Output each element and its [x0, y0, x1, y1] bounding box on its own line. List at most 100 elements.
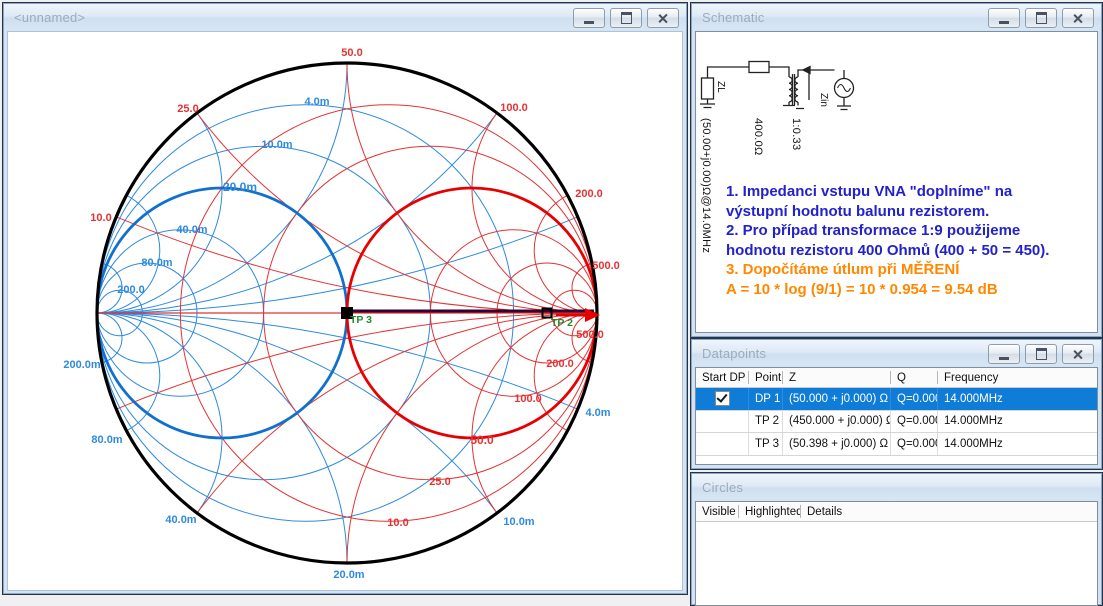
table-row-tp2[interactable]: TP 2 (450.000 + j0.000) Ω Q=0.000 14.000… [696, 411, 1097, 434]
minimize-button[interactable] [988, 344, 1020, 364]
z-cell: (50.000 + j0.000) Ω [783, 388, 891, 410]
q-cell: Q=0.000 [891, 411, 938, 433]
grid-value-label: 10.0 [90, 212, 111, 224]
grid-value-label: 200.0 [546, 358, 574, 370]
smith-chart-window: <unnamed> [2, 2, 688, 595]
frequency-cell: 14.000MHz [938, 411, 1097, 433]
datapoints-table: Start DP Point Z Q Frequency DP 1 (50.00… [696, 368, 1097, 456]
grid-value-label: 25.0 [177, 103, 198, 115]
instructions-text: 1. Impedanci vstupu VNA "doplníme" na vý… [726, 182, 1096, 299]
point-cell: TP 3 [749, 433, 783, 455]
grid-value-label: 40.0m [165, 514, 196, 526]
close-icon [658, 13, 669, 24]
grid-value-label: 4.0m [585, 407, 610, 419]
grid-value-label: 4.0m [304, 96, 329, 108]
series-resistor-symbol [749, 62, 769, 73]
datapoints-window: Datapoints Start DP Point Z Q Frequency … [690, 338, 1103, 470]
grid-value-label: 200.0 [117, 284, 145, 296]
column-header: Highlighted [739, 505, 801, 518]
zin-arrow [803, 67, 810, 74]
grid-value-label: 40.0m [176, 224, 207, 236]
grid-value-label: 10.0m [503, 516, 534, 528]
grid-value-label: 200.0 [575, 188, 603, 200]
maximize-button[interactable] [1025, 344, 1057, 364]
column-header: Visible [696, 505, 739, 518]
datapoints-window-titlebar[interactable]: Datapoints [692, 340, 1101, 366]
grid-value-label: 20.0m [223, 180, 257, 194]
datapoints-window-title: Datapoints [702, 346, 766, 361]
frequency-cell: 14.000MHz [938, 433, 1097, 455]
circles-client: Visible Highlighted Details [695, 501, 1098, 606]
column-header: Start DP [696, 371, 749, 384]
smith-chart-canvas[interactable]: 10.025.050.0100.0200.0500.0500.0200.0100… [8, 32, 682, 590]
grid-value-label: 25.0 [429, 476, 450, 488]
close-icon [1073, 13, 1084, 24]
smith-window-titlebar[interactable]: <unnamed> [4, 4, 686, 30]
instruction-line: výstupní hodnotu balunu rezistorem. [726, 202, 1096, 222]
circuit-diagram: ZL Zin [696, 57, 876, 152]
datapoints-client: Start DP Point Z Q Frequency DP 1 (50.00… [695, 367, 1098, 465]
instruction-line: 3. Dopočítáme útlum při MĚŘENÍ [726, 260, 1096, 280]
grid-value-label: 50.0 [470, 433, 493, 447]
maximize-icon [1036, 12, 1047, 24]
column-header: Z [783, 371, 891, 384]
grid-value-label: 10.0m [261, 139, 292, 151]
circles-table: Visible Highlighted Details [696, 502, 1097, 522]
transformer-secondary [795, 77, 798, 102]
minimize-button[interactable] [988, 8, 1020, 28]
circles-window: Circles Visible Highlighted Details [690, 472, 1103, 606]
grid-value-label: 20.0m [333, 569, 364, 581]
datapoints-header-row: Start DP Point Z Q Frequency [696, 368, 1097, 388]
close-button[interactable] [1062, 8, 1094, 28]
point-cell: TP 2 [749, 411, 783, 433]
load-value-label: (50.00+j0.00)Ω@14.0MHz [700, 118, 712, 253]
maximize-icon [621, 12, 632, 24]
minimize-icon [584, 21, 594, 24]
smith-chart-client: 10.025.050.0100.0200.0500.0500.0200.0100… [7, 31, 683, 591]
close-button[interactable] [1062, 344, 1094, 364]
smith-window-title: <unnamed> [14, 10, 85, 25]
point-cell: DP 1 [749, 388, 783, 410]
grid-value-label: 100.0 [500, 102, 528, 114]
minimize-button[interactable] [573, 8, 605, 28]
column-header: Point [749, 371, 783, 384]
z-cell: (450.000 + j0.000) Ω [783, 411, 891, 433]
transformer-core [793, 74, 795, 105]
maximize-icon [1036, 348, 1047, 360]
z-cell: (50.398 + j0.000) Ω [783, 433, 891, 455]
close-button[interactable] [647, 8, 679, 28]
instruction-line: 1. Impedanci vstupu VNA "doplníme" na [726, 182, 1096, 202]
smith-chart-svg [8, 32, 682, 590]
schematic-client: ZL Zin (50.00+j0.00)Ω@14.0MHz 400.0Ω 1:0… [695, 31, 1098, 333]
grid-value-label: 80.0m [141, 257, 172, 269]
point-label: TP 2 [551, 317, 573, 329]
grid-value-label: 10.0 [387, 517, 408, 529]
circles-window-titlebar[interactable]: Circles [692, 474, 1101, 500]
grid-value-label: 100.0 [514, 393, 542, 405]
point-label: TP 3 [350, 314, 372, 326]
minimize-icon [999, 357, 1009, 360]
circles-header-row: Visible Highlighted Details [696, 502, 1097, 522]
column-header: Frequency [938, 371, 1097, 384]
resistor-value-label: 400.0Ω [752, 118, 764, 156]
q-cell: Q=0.000 [891, 433, 938, 455]
maximize-button[interactable] [1025, 8, 1057, 28]
table-row-tp3[interactable]: TP 3 (50.398 + j0.000) Ω Q=0.000 14.000M… [696, 433, 1097, 456]
transformer-ratio-label: 1:0.33 [790, 118, 802, 150]
column-header: Details [801, 505, 1097, 518]
instruction-line: A = 10 * log (9/1) = 10 * 0.954 = 9.54 d… [726, 280, 1096, 300]
close-icon [1073, 349, 1084, 360]
zl-label: ZL [715, 81, 726, 93]
zin-label: Zin [818, 93, 829, 107]
column-header: Q [891, 371, 938, 384]
q-cell: Q=0.000 [891, 388, 938, 410]
table-row-dp1[interactable]: DP 1 (50.000 + j0.000) Ω Q=0.000 14.000M… [696, 388, 1097, 411]
schematic-window-titlebar[interactable]: Schematic [692, 4, 1101, 30]
circles-window-title: Circles [702, 480, 743, 495]
maximize-button[interactable] [610, 8, 642, 28]
grid-value-label: 50.0 [341, 47, 362, 59]
schematic-window: Schematic [690, 2, 1103, 338]
start-dp-checkbox[interactable] [715, 391, 730, 406]
grid-value-label: 500.0 [576, 329, 604, 341]
frequency-cell: 14.000MHz [938, 388, 1097, 410]
